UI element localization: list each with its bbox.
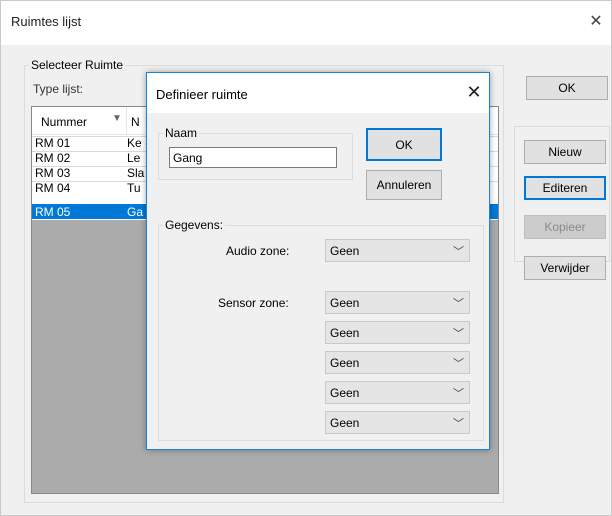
nieuw-button[interactable]: Nieuw	[524, 140, 606, 164]
selecteer-ruimte-label: Selecteer Ruimte	[31, 58, 124, 72]
audio-zone-label: Audio zone:	[226, 244, 290, 258]
sensor-zone-label: Sensor zone:	[218, 296, 289, 310]
chevron-down-icon: ﹀	[453, 358, 464, 370]
column-divider[interactable]	[126, 107, 127, 135]
definieer-ruimte-dialog: Definieer ruimte ✕ Naam OK Annuleren Geg…	[146, 72, 490, 450]
naam-input[interactable]	[169, 147, 337, 168]
gegevens-label: Gegevens:	[165, 218, 224, 232]
dialog-ok-button[interactable]: OK	[366, 128, 442, 161]
column-header-nummer[interactable]: Nummer	[41, 115, 87, 129]
window-title: Ruimtes lijst	[11, 14, 82, 29]
dropdown-value: Geen	[330, 416, 360, 430]
cell-nummer: RM 03	[35, 166, 71, 180]
annuleren-button[interactable]: Annuleren	[366, 170, 442, 200]
main-titlebar: Ruimtes lijst ✕	[1, 1, 611, 45]
sensor-zone-select-2[interactable]: Geen ﹀	[325, 321, 470, 344]
dropdown-value: Geen	[330, 296, 360, 310]
sensor-zone-select-1[interactable]: Geen ﹀	[325, 291, 470, 314]
ok-button[interactable]: OK	[526, 76, 608, 100]
audio-zone-select[interactable]: Geen ﹀	[325, 239, 470, 262]
close-icon[interactable]: ✕	[462, 81, 486, 105]
type-lijst-label: Type lijst:	[33, 82, 84, 96]
sort-arrow-icon: ▼	[112, 113, 122, 124]
dropdown-value: Geen	[330, 244, 360, 258]
naam-label: Naam	[165, 126, 198, 140]
dropdown-value: Geen	[330, 386, 360, 400]
dropdown-value: Geen	[330, 356, 360, 370]
chevron-down-icon: ﹀	[453, 418, 464, 430]
chevron-down-icon: ﹀	[453, 246, 464, 258]
chevron-down-icon: ﹀	[453, 388, 464, 400]
dialog-title: Definieer ruimte	[156, 87, 248, 102]
verwijder-button[interactable]: Verwijder	[524, 256, 606, 280]
dropdown-value: Geen	[330, 326, 360, 340]
cell-naam: Le	[127, 151, 141, 165]
chevron-down-icon: ﹀	[453, 328, 464, 340]
cell-nummer: RM 05	[35, 205, 71, 219]
sensor-zone-select-4[interactable]: Geen ﹀	[325, 381, 470, 404]
kopieer-button: Kopieer	[524, 215, 606, 239]
cell-nummer: RM 02	[35, 151, 71, 165]
cell-naam: Ke	[127, 136, 142, 150]
column-header-naam[interactable]: N	[131, 115, 140, 129]
cell-nummer: RM 01	[35, 136, 71, 150]
cell-naam: Sla	[127, 166, 145, 180]
dialog-titlebar: Definieer ruimte ✕	[147, 73, 489, 113]
close-icon[interactable]: ✕	[586, 13, 606, 33]
editeren-button[interactable]: Editeren	[524, 176, 606, 200]
cell-naam: Ga	[127, 205, 144, 219]
chevron-down-icon: ﹀	[453, 298, 464, 310]
sensor-zone-select-3[interactable]: Geen ﹀	[325, 351, 470, 374]
cell-nummer: RM 04	[35, 181, 71, 195]
sensor-zone-select-5[interactable]: Geen ﹀	[325, 411, 470, 434]
cell-naam: Tu	[127, 181, 141, 195]
